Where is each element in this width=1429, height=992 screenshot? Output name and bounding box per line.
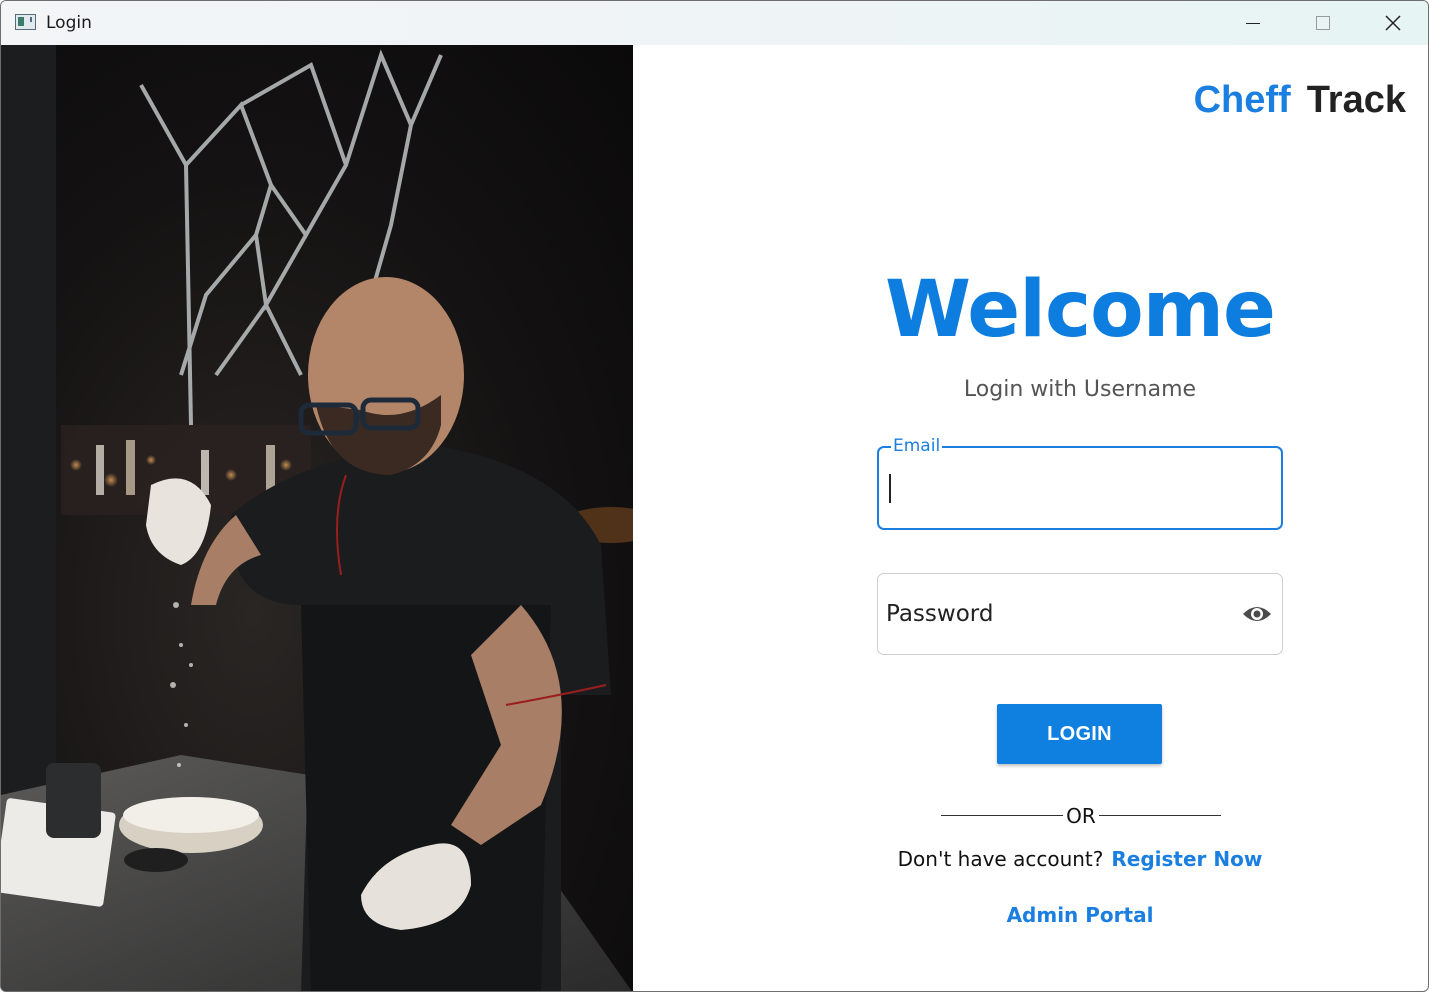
title-bar[interactable]: Login [1,1,1428,45]
close-button[interactable] [1358,1,1428,45]
password-field[interactable] [877,573,1283,655]
minimize-button[interactable] [1218,1,1288,45]
window-title: Login [46,13,92,33]
or-text: OR [1066,804,1096,828]
password-input[interactable] [886,594,1226,634]
close-icon [1385,15,1401,31]
divider-line-right [1099,815,1221,816]
brand-track: Track [1306,79,1406,121]
app-icon [15,14,36,30]
login-subtitle: Login with Username [963,377,1197,402]
login-button[interactable]: LOGIN [997,704,1162,764]
email-input[interactable] [887,468,1267,508]
register-prompt: Don't have account? [897,847,1104,871]
eye-icon[interactable] [1242,601,1272,627]
brand-cheff: Cheff [1193,79,1291,121]
admin-portal-link[interactable]: Admin Portal [881,903,1279,927]
register-now-link[interactable]: Register Now [1111,847,1262,871]
brand-logo: Cheff Track [1194,79,1406,122]
chef-photo [1,45,633,991]
email-field[interactable]: Email [877,436,1283,530]
or-divider: OR [941,804,1221,828]
text-caret [889,474,891,503]
maximize-button[interactable] [1288,1,1358,45]
register-row: Don't have account? Register Now [881,847,1279,871]
login-window: Login Cheff Track Welcome Login with Use… [0,0,1429,992]
welcome-heading: Welcome [885,265,1276,355]
divider-line-left [941,815,1063,816]
email-label: Email [891,436,943,456]
